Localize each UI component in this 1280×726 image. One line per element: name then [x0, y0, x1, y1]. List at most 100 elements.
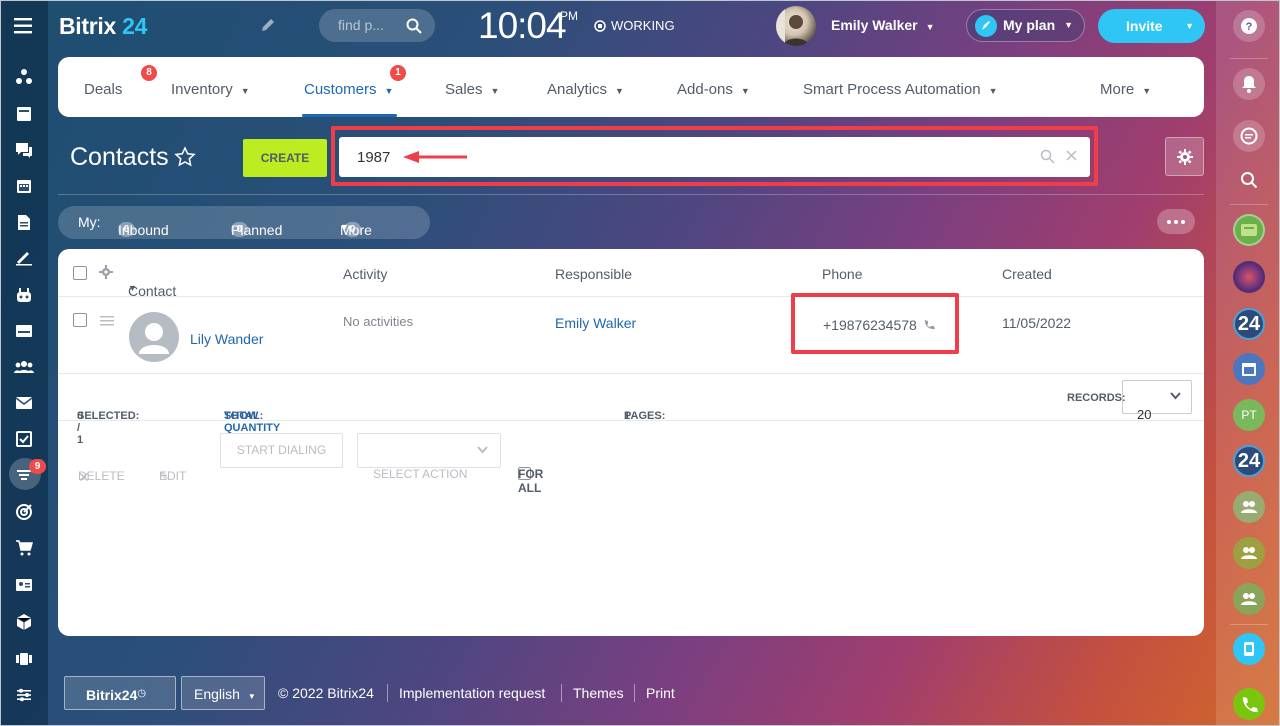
contact-name-link[interactable]: Lily Wander [190, 331, 263, 347]
create-button[interactable]: CREATE [243, 139, 327, 177]
column-settings-icon[interactable] [99, 265, 113, 279]
tasks-icon[interactable] [14, 429, 34, 449]
column-activity[interactable]: Activity [343, 266, 387, 282]
chat-icon[interactable] [14, 140, 34, 160]
contact-card-icon[interactable] [14, 575, 34, 595]
clock-ampm: PM [560, 9, 578, 23]
my-plan-button[interactable]: My plan ▼ [966, 9, 1085, 42]
column-created[interactable]: Created [1002, 266, 1052, 282]
row-checkbox[interactable] [73, 313, 87, 327]
work-status[interactable]: WORKING [594, 18, 675, 33]
cube-icon[interactable] [14, 611, 34, 631]
counters-bar: My: 0 Inbound 0 Planned More 0 ▼ [58, 206, 430, 239]
language-label: English [194, 686, 240, 702]
calendar-icon[interactable] [14, 176, 34, 196]
devices-icon[interactable] [14, 649, 34, 669]
nav-label: Inventory [171, 81, 233, 98]
search-icon[interactable] [1233, 164, 1265, 196]
help-icon[interactable]: ? [1233, 10, 1265, 42]
nav-label: Customers [304, 81, 377, 98]
settings-gear-button[interactable] [1165, 137, 1204, 176]
nav-more[interactable]: More ▼ [1100, 81, 1151, 98]
chevron-down-icon: ▼ [988, 86, 998, 96]
chevron-down-icon [1170, 392, 1181, 400]
group-chat-green[interactable] [1233, 214, 1265, 246]
calendar-chat[interactable] [1233, 353, 1265, 385]
bell-icon[interactable] [1233, 68, 1265, 100]
bitrix24-chat-1[interactable]: 24 [1233, 308, 1265, 340]
chevron-down-icon: ▼ [925, 22, 935, 32]
records-per-page-select[interactable]: 20 [1122, 380, 1192, 422]
nav-sales[interactable]: Sales ▼ [445, 81, 499, 98]
plan-label: My plan [1003, 17, 1056, 33]
copyright: © 2022 Bitrix24 [278, 685, 374, 701]
nav-smart-process[interactable]: Smart Process Automation ▼ [803, 81, 998, 98]
app-logo[interactable]: Bitrix 24 [59, 13, 147, 40]
crm-nav: Deals 8 Inventory ▼ Customers ▼ 1 Sales ▼ Ana… [58, 57, 1204, 117]
column-responsible[interactable]: Responsible [555, 266, 632, 282]
menu-icon[interactable] [13, 15, 35, 37]
contacts-grid: Contact ▼ Activity Responsible Phone Cre… [58, 249, 1204, 636]
settings-sliders-icon[interactable] [14, 685, 34, 705]
pt-chat[interactable]: PT [1233, 399, 1265, 431]
invite-button[interactable]: Invite ▼ [1098, 9, 1205, 43]
invite-label: Invite [1126, 18, 1163, 34]
implementation-link[interactable]: Implementation request [399, 685, 545, 701]
document-icon[interactable] [14, 212, 34, 232]
drive-icon[interactable] [14, 321, 34, 341]
call-icon[interactable] [1233, 688, 1265, 720]
created-cell: 11/05/2022 [1002, 315, 1072, 331]
chevron-down-icon: ▼ [340, 222, 349, 232]
nav-analytics[interactable]: Analytics ▼ [547, 81, 624, 98]
row-menu-icon[interactable] [99, 315, 115, 327]
clock-icon: ◷ [137, 688, 147, 699]
target-icon[interactable] [14, 502, 34, 522]
user-avatar[interactable] [776, 6, 816, 46]
table-row[interactable]: Lily Wander No activities Emily Walker +… [58, 297, 1204, 374]
user-menu[interactable]: Emily Walker ▼ [831, 17, 935, 33]
themes-link[interactable]: Themes [573, 685, 624, 701]
group-chat-1[interactable] [1233, 491, 1265, 523]
start-dialing-button[interactable]: START DIALING [220, 433, 343, 468]
chevron-down-icon: ▼ [128, 283, 137, 293]
avatar-crowd[interactable] [1233, 261, 1265, 293]
chat-bubble-icon[interactable] [1233, 120, 1265, 152]
group-chat-3[interactable] [1233, 583, 1265, 615]
clock[interactable]: 10:04 [478, 5, 567, 47]
nav-deals[interactable]: Deals 8 [84, 65, 157, 98]
nav-customers[interactable]: Customers ▼ 1 [304, 65, 406, 98]
group-icon[interactable] [14, 357, 34, 377]
nav-label: Sales [445, 81, 483, 98]
counters-my-label: My: [78, 214, 101, 230]
chevron-down-icon: ▼ [490, 86, 500, 96]
print-link[interactable]: Print [646, 685, 675, 701]
sign-icon[interactable] [14, 248, 34, 268]
column-phone[interactable]: Phone [822, 266, 862, 282]
right-sidebar: ? 24 PT 24 [1216, 0, 1280, 726]
highlight-phone-box [791, 293, 959, 354]
activity-cell: No activities [343, 314, 414, 329]
nav-label: More [1100, 81, 1135, 98]
more-actions-button[interactable] [1157, 209, 1195, 234]
mail-icon[interactable] [14, 393, 34, 413]
sitemap-icon[interactable] [14, 67, 34, 87]
nav-add-ons[interactable]: Add-ons ▼ [677, 81, 750, 98]
star-icon[interactable] [174, 146, 196, 168]
language-select[interactable]: English ▼ [181, 676, 265, 710]
cart-icon[interactable] [14, 538, 34, 558]
pencil-icon[interactable] [260, 17, 276, 33]
group-chat-2[interactable] [1233, 537, 1265, 569]
select-action-dropdown[interactable]: SELECT ACTION [357, 433, 501, 481]
user-name: Emily Walker [831, 17, 918, 33]
phone-app-icon[interactable] [1233, 633, 1265, 665]
select-all-checkbox[interactable] [73, 266, 87, 280]
nav-label: Deals [84, 81, 123, 98]
crm-badge: 9 [29, 459, 46, 474]
responsible-link[interactable]: Emily Walker [555, 315, 636, 331]
robot-icon[interactable] [14, 285, 34, 305]
footer-brand[interactable]: Bitrix24◷ [64, 676, 176, 710]
feed-icon[interactable] [14, 104, 34, 124]
global-search[interactable]: find p... [319, 9, 435, 42]
bitrix24-chat-2[interactable]: 24 [1233, 445, 1265, 477]
nav-inventory[interactable]: Inventory ▼ [171, 81, 250, 98]
